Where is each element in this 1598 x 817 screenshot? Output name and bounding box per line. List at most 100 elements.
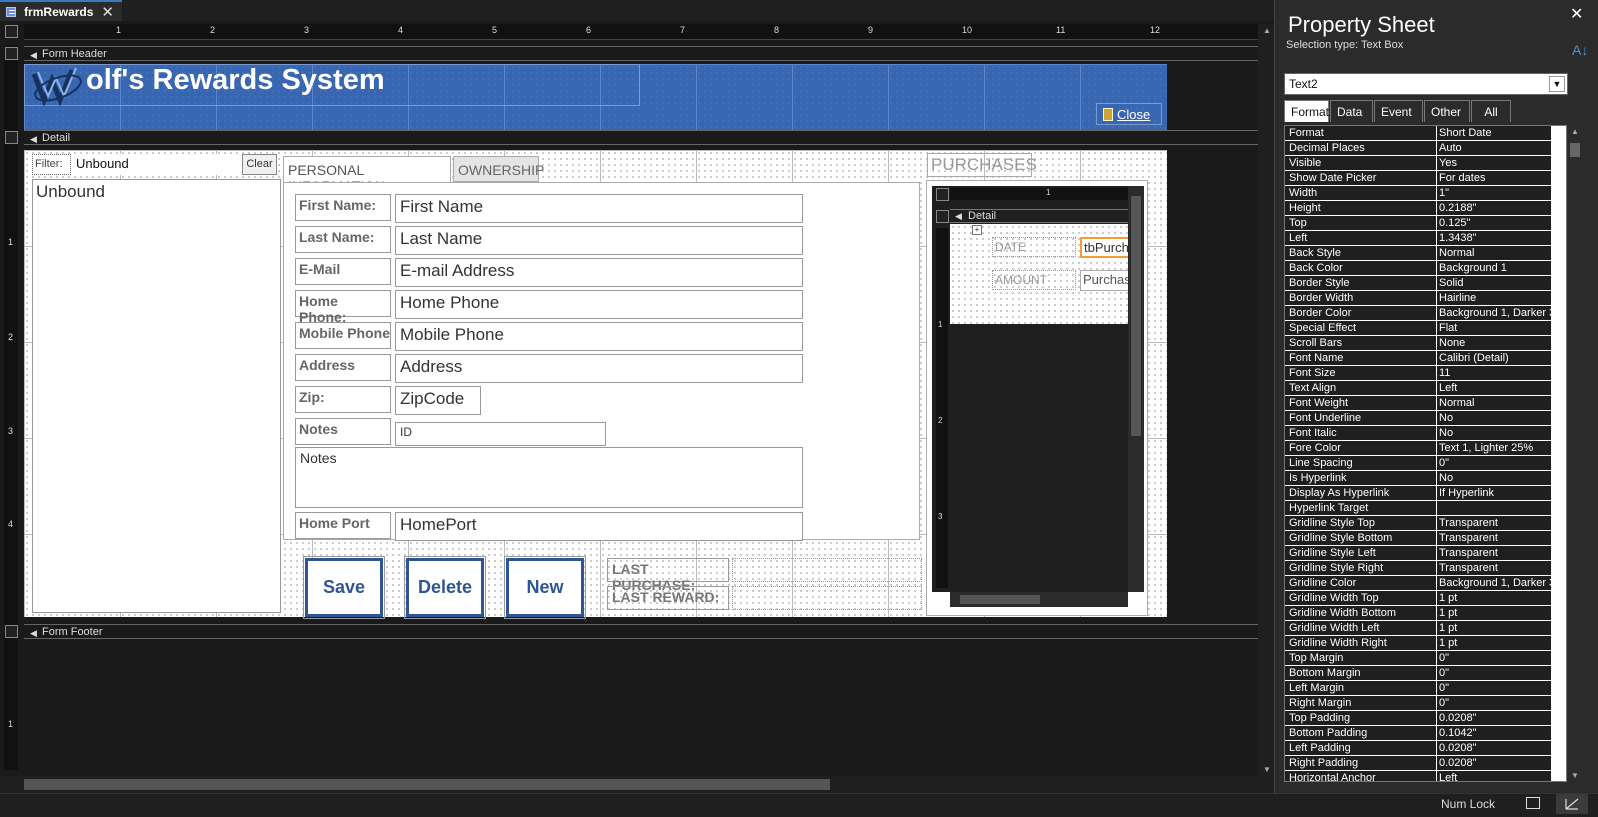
subform-band-selector[interactable] bbox=[936, 210, 949, 223]
property-row[interactable]: Left Margin 0" bbox=[1285, 681, 1566, 696]
property-row[interactable]: Top Margin 0" bbox=[1285, 651, 1566, 666]
close-button[interactable]: Close bbox=[1096, 103, 1162, 125]
property-row[interactable]: Special Effect Flat bbox=[1285, 321, 1566, 336]
property-row[interactable]: Gridline Width Bottom 1 pt bbox=[1285, 606, 1566, 621]
property-value[interactable]: If Hyperlink bbox=[1437, 486, 1551, 500]
property-value[interactable]: 0" bbox=[1437, 651, 1551, 665]
id-field[interactable]: ID bbox=[395, 422, 606, 446]
close-tab-icon[interactable]: ✕ bbox=[101, 3, 114, 21]
header-band-selector[interactable] bbox=[5, 47, 18, 60]
property-value[interactable]: Normal bbox=[1437, 246, 1551, 260]
detail-band-selector[interactable] bbox=[5, 131, 18, 144]
scroll-down-icon[interactable]: ▼ bbox=[1571, 771, 1579, 780]
property-value[interactable]: 1 pt bbox=[1437, 636, 1551, 650]
property-row[interactable]: Scroll Bars None bbox=[1285, 336, 1566, 351]
property-row[interactable]: Left 1.3438" bbox=[1285, 231, 1566, 246]
close-pane-icon[interactable]: ✕ bbox=[1570, 4, 1583, 24]
property-row[interactable]: Back Style Normal bbox=[1285, 246, 1566, 261]
subform-horizontal-scrollbar[interactable] bbox=[950, 592, 1128, 607]
property-value[interactable]: 0" bbox=[1437, 456, 1551, 470]
property-grid-scrollbar[interactable]: ▲ ▼ bbox=[1567, 125, 1583, 782]
form-footer-band[interactable]: ◀ Form Footer bbox=[24, 624, 1258, 639]
property-row[interactable]: Gridline Style Left Transparent bbox=[1285, 546, 1566, 561]
filter-input[interactable]: Unbound bbox=[74, 154, 240, 175]
property-value[interactable]: Background 1 bbox=[1437, 261, 1551, 275]
property-value[interactable]: 1.3438" bbox=[1437, 231, 1551, 245]
property-row[interactable]: Right Padding 0.0208" bbox=[1285, 756, 1566, 771]
property-value[interactable]: Transparent bbox=[1437, 546, 1551, 560]
property-row[interactable]: Top Padding 0.0208" bbox=[1285, 711, 1566, 726]
property-row[interactable]: Gridline Width Left 1 pt bbox=[1285, 621, 1566, 636]
tab-data[interactable]: Data bbox=[1330, 100, 1373, 122]
property-value[interactable]: Left bbox=[1437, 381, 1551, 395]
property-row[interactable]: Gridline Width Right 1 pt bbox=[1285, 636, 1566, 651]
property-row[interactable]: Height 0.2188" bbox=[1285, 201, 1566, 216]
property-row[interactable]: Gridline Color Background 1, Darker 35 bbox=[1285, 576, 1566, 591]
property-value[interactable]: 0.0208" bbox=[1437, 711, 1551, 725]
delete-button[interactable]: Delete bbox=[404, 556, 486, 619]
property-row[interactable]: Is Hyperlink No bbox=[1285, 471, 1566, 486]
move-handle-icon[interactable]: + bbox=[972, 225, 982, 235]
property-value[interactable]: 1 pt bbox=[1437, 621, 1551, 635]
last-reward-field[interactable] bbox=[732, 586, 922, 610]
property-row[interactable]: Line Spacing 0" bbox=[1285, 456, 1566, 471]
tab-personal-information[interactable]: PERSONAL INFORMATION bbox=[283, 156, 451, 194]
property-row[interactable]: Font Weight Normal bbox=[1285, 396, 1566, 411]
property-value[interactable]: No bbox=[1437, 471, 1551, 485]
last-name-field[interactable]: Last Name bbox=[395, 226, 803, 255]
property-value[interactable]: 0.125" bbox=[1437, 216, 1551, 230]
vertical-ruler[interactable]: 1 2 3 4 1 bbox=[4, 45, 18, 770]
subform-vertical-scrollbar[interactable] bbox=[1128, 186, 1144, 592]
property-row[interactable]: Gridline Style Right Transparent bbox=[1285, 561, 1566, 576]
notes-field[interactable]: Notes bbox=[295, 447, 803, 508]
property-value[interactable]: Normal bbox=[1437, 396, 1551, 410]
property-value[interactable]: 1" bbox=[1437, 186, 1551, 200]
property-row[interactable]: Gridline Style Top Transparent bbox=[1285, 516, 1566, 531]
property-row[interactable]: Width 1" bbox=[1285, 186, 1566, 201]
new-button[interactable]: New bbox=[504, 556, 586, 619]
property-row[interactable]: Border Width Hairline bbox=[1285, 291, 1566, 306]
property-row[interactable]: Font Italic No bbox=[1285, 426, 1566, 441]
property-row[interactable]: Text Align Left bbox=[1285, 381, 1566, 396]
property-value[interactable]: 0.0208" bbox=[1437, 756, 1551, 770]
email-field[interactable]: E-mail Address bbox=[395, 258, 803, 287]
property-row[interactable]: Font Size 11 bbox=[1285, 366, 1566, 381]
property-value[interactable]: 0.2188" bbox=[1437, 201, 1551, 215]
amount-field[interactable]: Purchas bbox=[1080, 270, 1130, 291]
horizontal-ruler[interactable]: 1 2 3 4 5 6 7 8 9 10 11 12 bbox=[24, 24, 1258, 40]
property-value[interactable]: Auto bbox=[1437, 141, 1551, 155]
property-value[interactable]: No bbox=[1437, 411, 1551, 425]
property-grid[interactable]: Format Short Date Decimal Places Auto Visibl… bbox=[1284, 125, 1567, 782]
property-value[interactable] bbox=[1437, 501, 1551, 515]
tab-format[interactable]: Format bbox=[1284, 100, 1329, 122]
property-row[interactable]: Gridline Style Bottom Transparent bbox=[1285, 531, 1566, 546]
chevron-down-icon[interactable]: ▼ bbox=[1549, 76, 1565, 92]
property-row[interactable]: Top 0.125" bbox=[1285, 216, 1566, 231]
property-value[interactable]: Flat bbox=[1437, 321, 1551, 335]
scroll-up-icon[interactable]: ▲ bbox=[1263, 26, 1271, 35]
property-value[interactable]: Solid bbox=[1437, 276, 1551, 290]
tab-event[interactable]: Event bbox=[1374, 100, 1423, 122]
form-view-icon[interactable] bbox=[1526, 797, 1540, 809]
property-value[interactable]: Transparent bbox=[1437, 531, 1551, 545]
property-value[interactable]: For dates bbox=[1437, 171, 1551, 185]
property-row[interactable]: Visible Yes bbox=[1285, 156, 1566, 171]
property-row[interactable]: Gridline Width Top 1 pt bbox=[1285, 591, 1566, 606]
property-value[interactable]: Yes bbox=[1437, 156, 1551, 170]
property-row[interactable]: Bottom Padding 0.1042" bbox=[1285, 726, 1566, 741]
property-row[interactable]: Fore Color Text 1, Lighter 25% bbox=[1285, 441, 1566, 456]
sort-az-icon[interactable]: A↓ bbox=[1572, 42, 1588, 58]
property-row[interactable]: Left Padding 0.0208" bbox=[1285, 741, 1566, 756]
property-row[interactable]: Back Color Background 1 bbox=[1285, 261, 1566, 276]
first-name-field[interactable]: First Name bbox=[395, 194, 803, 223]
property-value[interactable]: 11 bbox=[1437, 366, 1551, 380]
property-value[interactable]: Background 1, Darker 35 bbox=[1437, 306, 1551, 320]
property-value[interactable]: No bbox=[1437, 426, 1551, 440]
property-value[interactable]: 0" bbox=[1437, 666, 1551, 680]
property-row[interactable]: Font Name Calibri (Detail) bbox=[1285, 351, 1566, 366]
scroll-down-icon[interactable]: ▼ bbox=[1263, 765, 1271, 774]
property-value[interactable]: Short Date bbox=[1437, 126, 1551, 140]
home-phone-field[interactable]: Home Phone bbox=[395, 290, 803, 319]
object-selector-dropdown[interactable]: Text2 ▼ bbox=[1284, 73, 1568, 95]
property-value[interactable]: 0.1042" bbox=[1437, 726, 1551, 740]
